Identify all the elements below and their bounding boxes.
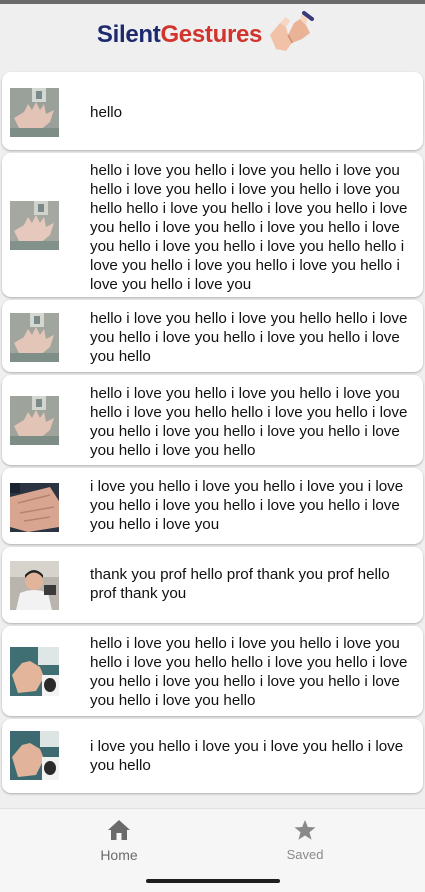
list-item[interactable]: hello i love you hello i love you hello … — [2, 300, 423, 372]
gesture-thumbnail — [10, 88, 59, 137]
message-text: i love you hello i love you i love you h… — [90, 738, 404, 774]
message-text: hello i love you hello i love you hello … — [90, 162, 408, 293]
gesture-thumbnail — [10, 731, 59, 780]
list-item[interactable]: hello — [2, 72, 423, 150]
message-text: hello — [90, 104, 123, 121]
tab-home[interactable]: Home — [59, 819, 179, 863]
gesture-thumbnail — [10, 647, 59, 696]
message-text: i love you hello i love you hello i love… — [90, 478, 404, 533]
message-text: hello i love you hello i love you hello … — [90, 385, 408, 459]
app-header: SilentGestures — [0, 4, 425, 65]
app-title-part1: Silent — [96, 20, 161, 48]
gesture-thumbnail — [10, 201, 59, 250]
home-indicator[interactable] — [146, 879, 280, 883]
list-item[interactable]: i love you hello i love you i love you h… — [2, 719, 423, 793]
gesture-thumbnail — [10, 396, 59, 445]
list-item[interactable]: i love you hello i love you hello i love… — [2, 468, 423, 544]
gesture-thumbnail — [10, 561, 59, 610]
app-title-part2: Gestures — [160, 20, 263, 48]
list-item[interactable]: hello i love you hello i love you hello … — [2, 626, 423, 716]
list-item[interactable]: hello i love you hello i love you hello … — [2, 375, 423, 465]
message-text: thank you prof hello prof thank you prof… — [90, 566, 390, 602]
message-text: hello i love you hello i love you hello … — [90, 310, 408, 365]
star-icon — [294, 820, 316, 840]
tab-home-label: Home — [100, 847, 138, 863]
message-text: hello i love you hello i love you hello … — [90, 635, 408, 709]
list-item[interactable]: hello i love you hello i love you hello … — [2, 153, 423, 297]
heart-hands-icon — [266, 9, 318, 61]
home-icon — [108, 820, 130, 840]
tab-saved[interactable]: Saved — [245, 819, 365, 862]
list-item[interactable]: thank you prof hello prof thank you prof… — [2, 547, 423, 623]
app-title: SilentGestures — [96, 20, 263, 49]
gesture-thumbnail — [10, 313, 59, 362]
tab-saved-label: Saved — [286, 847, 324, 862]
gesture-thumbnail — [10, 483, 59, 532]
